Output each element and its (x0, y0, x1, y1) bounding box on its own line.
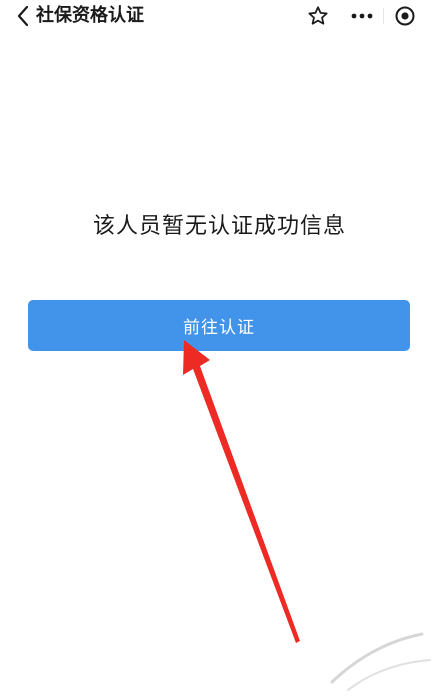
star-outline-icon (308, 6, 328, 25)
close-mini-program-button[interactable] (384, 2, 425, 30)
back-button[interactable] (12, 4, 34, 28)
mini-program-capsule (341, 2, 425, 30)
page-title: 社保资格认证 (36, 5, 144, 26)
chevron-left-icon (17, 5, 29, 27)
status-message: 该人员暂无认证成功信息 (92, 214, 346, 239)
go-verify-button[interactable]: 前往认证 (28, 300, 410, 351)
favorite-button[interactable] (305, 4, 331, 28)
nav-bar: 社保资格认证 (0, 0, 439, 36)
red-arrow-icon (183, 340, 300, 643)
more-button[interactable] (341, 2, 383, 30)
corner-watermark-logo (312, 604, 439, 696)
target-circle-icon (395, 6, 414, 26)
ellipsis-icon (351, 13, 373, 19)
